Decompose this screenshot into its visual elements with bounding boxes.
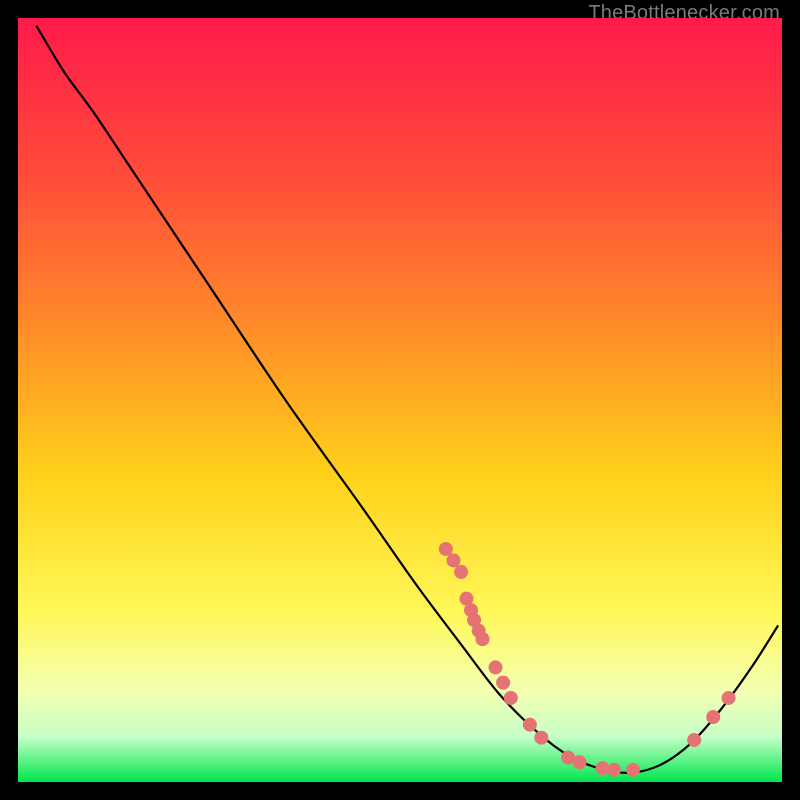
chart-frame <box>18 18 782 782</box>
data-marker <box>476 632 490 646</box>
chart-canvas <box>18 18 782 782</box>
data-marker <box>706 710 720 724</box>
data-marker <box>496 676 510 690</box>
data-marker <box>607 763 621 777</box>
data-marker <box>523 718 537 732</box>
data-marker <box>504 691 518 705</box>
data-marker <box>489 660 503 674</box>
data-marker <box>722 691 736 705</box>
data-marker <box>446 553 460 567</box>
gradient-background <box>18 18 782 782</box>
data-marker <box>454 565 468 579</box>
data-marker <box>439 542 453 556</box>
data-marker <box>534 731 548 745</box>
data-marker <box>573 755 587 769</box>
data-marker <box>626 763 640 777</box>
data-marker <box>687 733 701 747</box>
